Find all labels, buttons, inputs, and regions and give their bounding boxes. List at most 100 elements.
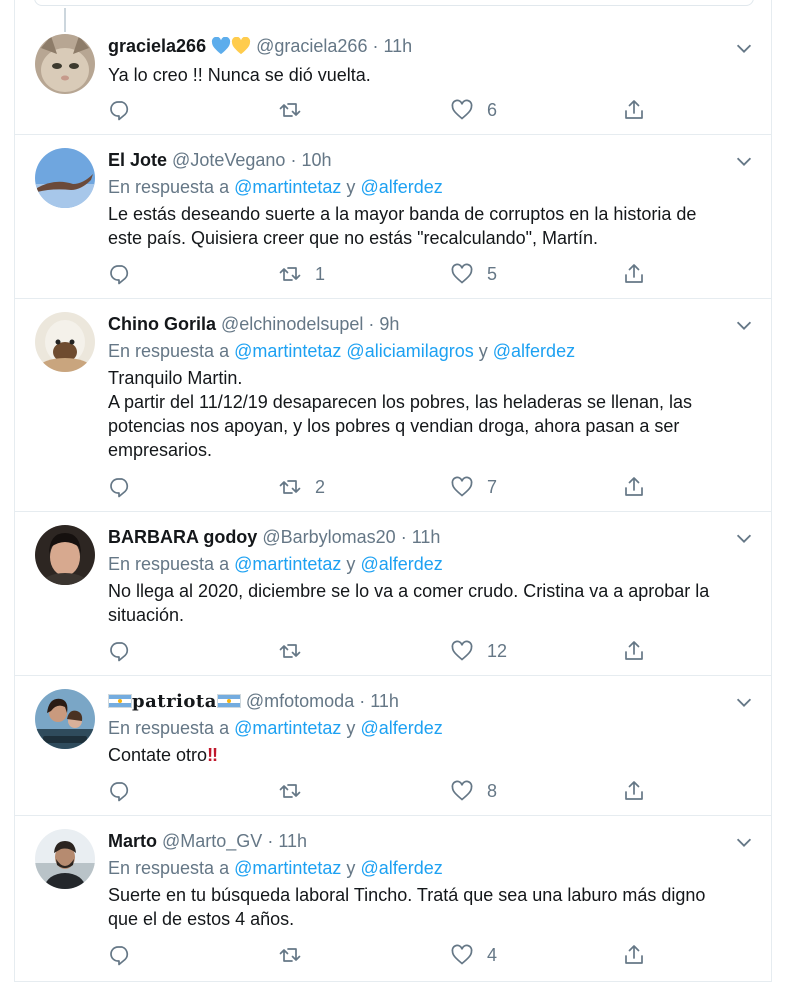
reply-button[interactable] xyxy=(108,261,145,287)
tweet-text-content: Contate otro xyxy=(108,745,208,765)
retweet-button[interactable]: 2 xyxy=(278,474,325,500)
chevron-down-icon[interactable] xyxy=(733,150,755,172)
share-icon xyxy=(625,264,643,283)
share-button[interactable] xyxy=(622,638,646,664)
reply-button[interactable] xyxy=(108,778,145,804)
mention-link[interactable]: @martintetaz xyxy=(234,718,341,738)
mention-link[interactable]: @martintetaz xyxy=(234,858,341,878)
conjunction: y xyxy=(346,554,356,574)
avatar[interactable] xyxy=(35,34,95,94)
tweet-actions: 8 xyxy=(108,778,668,804)
tweet-actions: 1 5 xyxy=(108,261,668,287)
mention-link[interactable]: @aliciamilagros xyxy=(346,341,473,361)
avatar[interactable] xyxy=(35,829,95,889)
display-name[interactable]: Marto xyxy=(108,831,157,851)
chevron-down-icon[interactable] xyxy=(733,314,755,336)
reply-button[interactable] xyxy=(108,474,145,500)
like-count: 8 xyxy=(487,780,498,801)
tweet-text-line: este país. Quisiera creer que no estás "… xyxy=(108,228,599,248)
like-button[interactable]: 6 xyxy=(450,97,497,123)
reply-prefix: En respuesta a xyxy=(108,554,230,574)
display-name[interactable]: Chino Gorila xyxy=(108,314,216,334)
reply-icon xyxy=(110,782,129,802)
display-name[interactable]: patriota xyxy=(132,691,217,712)
retweet-icon xyxy=(279,784,301,798)
mention-link[interactable]: @martintetaz xyxy=(234,177,341,197)
tweet-text-line: potencias nos apoyan, y los pobres q ven… xyxy=(108,416,680,436)
retweet-button[interactable] xyxy=(278,778,315,804)
share-button[interactable] xyxy=(622,778,646,804)
mention-link[interactable]: @alferdez xyxy=(360,858,442,878)
avatar[interactable] xyxy=(35,689,95,749)
tweet-text: Le estás deseando suerte a la mayor band… xyxy=(108,202,748,250)
share-button[interactable] xyxy=(622,97,646,123)
reply-button[interactable] xyxy=(108,97,145,123)
like-button[interactable]: 8 xyxy=(450,778,497,804)
mention-link[interactable]: @alferdez xyxy=(360,177,442,197)
share-button[interactable] xyxy=(622,474,646,500)
tweet-text-line: situación. xyxy=(108,605,185,625)
chevron-down-icon[interactable] xyxy=(733,691,755,713)
retweet-button[interactable]: 1 xyxy=(278,261,325,287)
chevron-down-icon[interactable] xyxy=(733,527,755,549)
username[interactable]: @mfotomoda xyxy=(246,691,354,711)
share-button[interactable] xyxy=(622,942,646,968)
tweet-header: El Jote @JoteVegano · 10h xyxy=(108,150,332,171)
like-button[interactable]: 7 xyxy=(450,474,497,500)
retweet-button[interactable] xyxy=(278,942,315,968)
tweet[interactable]: patriota @mfotomoda · 11h En respuesta a… xyxy=(15,676,771,816)
like-button[interactable]: 5 xyxy=(450,261,497,287)
tweet-header: Marto @Marto_GV · 11h xyxy=(108,831,307,852)
tweet-text-line: A partir del 11/12/19 desaparecen los po… xyxy=(108,392,693,412)
timestamp[interactable]: 11h xyxy=(383,36,412,56)
tweet-actions: 12 xyxy=(108,638,668,664)
reply-context: En respuesta a @martintetaz y @alferdez xyxy=(108,858,443,879)
tweet-text-line: No llega al 2020, diciembre se lo va a c… xyxy=(108,581,710,601)
avatar[interactable] xyxy=(35,148,95,208)
display-name[interactable]: El Jote xyxy=(108,150,167,170)
retweet-button[interactable] xyxy=(278,638,315,664)
reply-context: En respuesta a @martintetaz @aliciamilag… xyxy=(108,341,575,362)
column-border-right xyxy=(771,0,772,982)
avatar[interactable] xyxy=(35,312,95,372)
mention-link[interactable]: @alferdez xyxy=(493,341,575,361)
reply-button[interactable] xyxy=(108,638,145,664)
mention-link[interactable]: @alferdez xyxy=(360,718,442,738)
like-button[interactable]: 4 xyxy=(450,942,497,968)
retweet-button[interactable] xyxy=(278,97,315,123)
reply-icon xyxy=(110,946,129,966)
mention-link[interactable]: @martintetaz xyxy=(234,341,341,361)
share-button[interactable] xyxy=(622,261,646,287)
mention-link[interactable]: @martintetaz xyxy=(234,554,341,574)
username[interactable]: @JoteVegano xyxy=(172,150,285,170)
timestamp[interactable]: 9h xyxy=(379,314,399,334)
timestamp[interactable]: 11h xyxy=(370,691,399,711)
chevron-down-icon[interactable] xyxy=(733,37,755,59)
tweet[interactable]: El Jote @JoteVegano · 10h En respuesta a… xyxy=(15,135,771,299)
display-name[interactable]: BARBARA godoy xyxy=(108,527,257,547)
tweet[interactable]: graciela266 @graciela266 · 11h Ya lo cre… xyxy=(15,0,771,135)
like-button[interactable]: 12 xyxy=(450,638,507,664)
tweet[interactable]: Chino Gorila @elchinodelsupel · 9h En re… xyxy=(15,299,771,512)
separator: · xyxy=(400,527,407,547)
username[interactable]: @Barbylomas20 xyxy=(262,527,395,547)
mention-link[interactable]: @alferdez xyxy=(360,554,442,574)
heart-icon xyxy=(451,640,473,661)
tweet[interactable]: BARBARA godoy @Barbylomas20 · 11h En res… xyxy=(15,512,771,676)
username[interactable]: @Marto_GV xyxy=(162,831,262,851)
share-icon xyxy=(625,641,643,660)
retweet-count: 2 xyxy=(315,476,326,497)
reply-prefix: En respuesta a xyxy=(108,718,230,738)
reply-button[interactable] xyxy=(108,942,145,968)
timestamp[interactable]: 10h xyxy=(301,150,331,170)
timestamp[interactable]: 11h xyxy=(278,831,307,851)
display-name[interactable]: graciela266 xyxy=(108,36,206,56)
username[interactable]: @graciela266 xyxy=(256,36,367,56)
timestamp[interactable]: 11h xyxy=(412,527,441,547)
avatar[interactable] xyxy=(35,525,95,585)
chevron-down-icon[interactable] xyxy=(733,831,755,853)
yellow-heart-icon xyxy=(231,36,251,60)
username[interactable]: @elchinodelsupel xyxy=(221,314,363,334)
tweet[interactable]: Marto @Marto_GV · 11h En respuesta a @ma… xyxy=(15,816,771,982)
share-icon xyxy=(625,100,643,119)
